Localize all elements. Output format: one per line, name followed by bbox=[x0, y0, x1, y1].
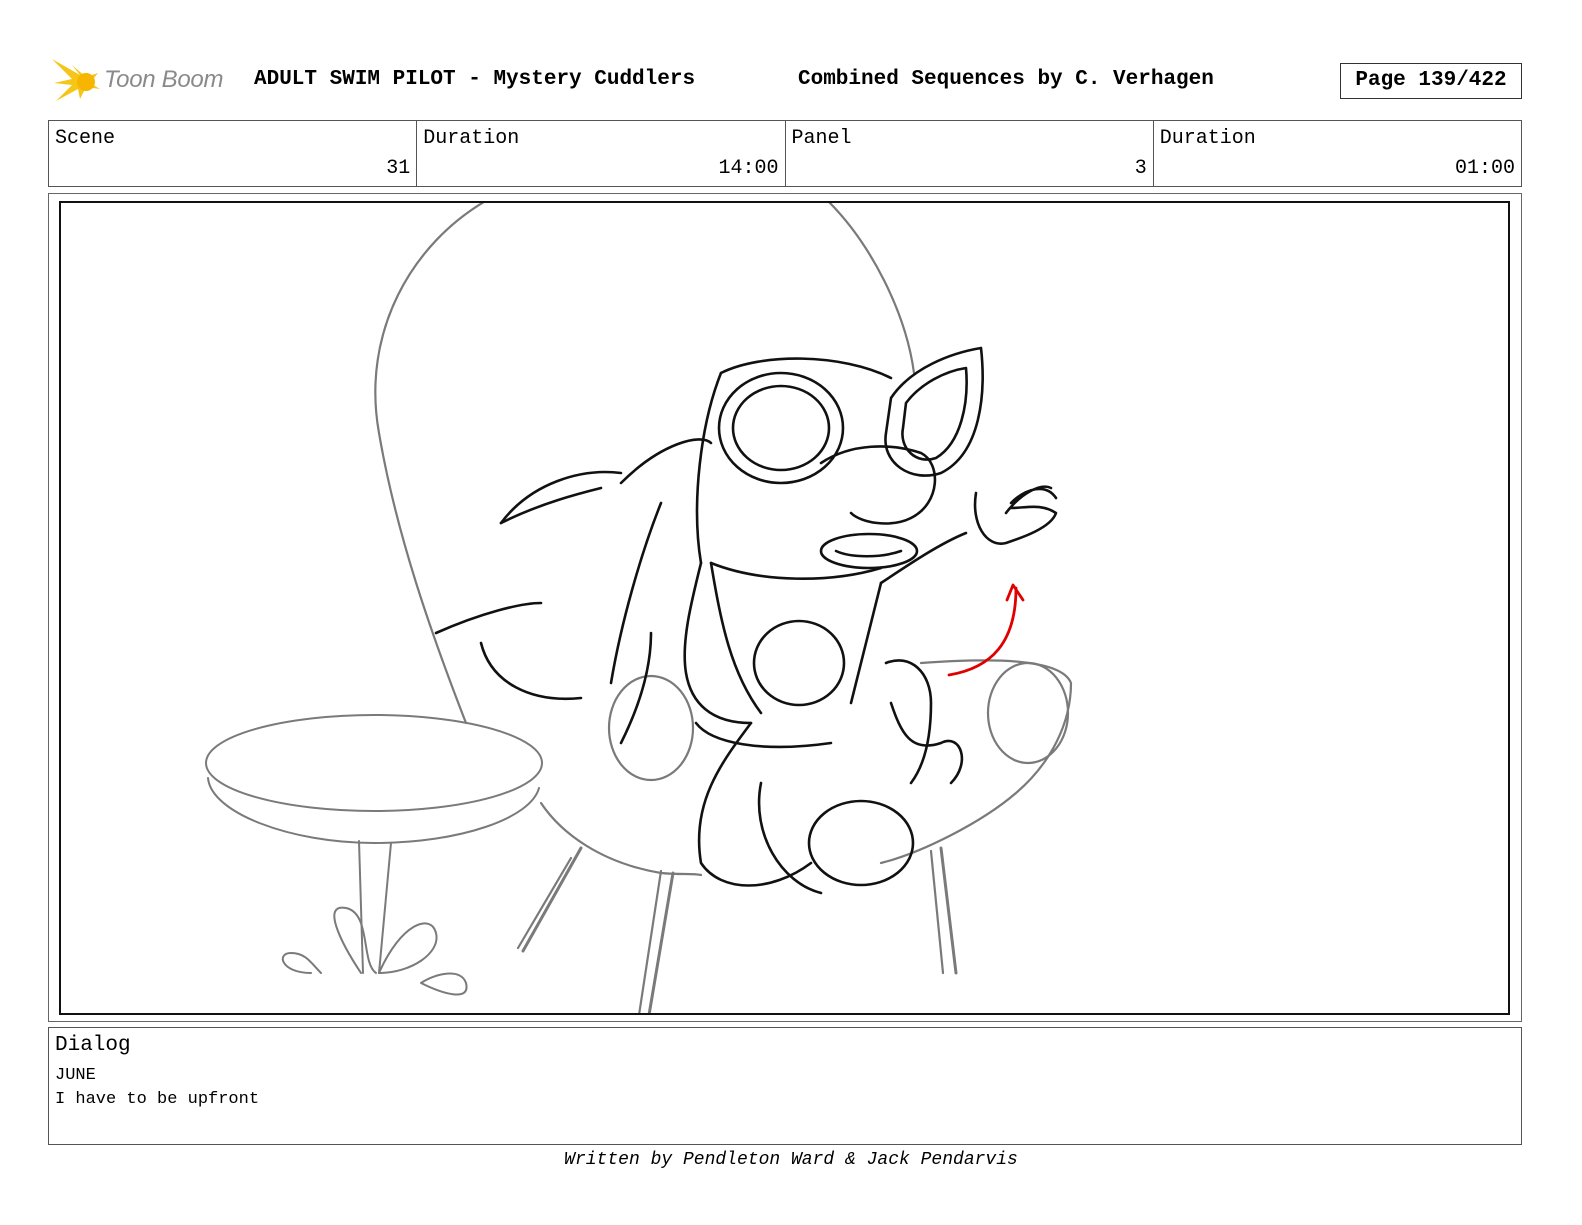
panel-duration-value: 01:00 bbox=[1454, 157, 1515, 180]
scene-duration-label: Duration bbox=[423, 127, 520, 150]
panel-value: 3 bbox=[1134, 157, 1147, 180]
dialog-speaker: JUNE bbox=[55, 1066, 96, 1085]
dialog-box: Dialog JUNE I have to be upfront bbox=[48, 1027, 1522, 1145]
scene-cell: Scene 31 bbox=[49, 121, 418, 186]
scene-duration-value: 14:00 bbox=[718, 157, 779, 180]
scene-value: 31 bbox=[386, 157, 411, 180]
writer-credit: Written by Pendleton Ward & Jack Pendarv… bbox=[564, 1150, 1018, 1170]
panel-label: Panel bbox=[791, 127, 852, 150]
scene-duration-cell: Duration 14:00 bbox=[417, 121, 786, 186]
starburst-icon bbox=[52, 59, 100, 101]
panel-duration-cell: Duration 01:00 bbox=[1154, 121, 1521, 186]
dialog-label: Dialog bbox=[55, 1034, 131, 1057]
production-title: ADULT SWIM PILOT - Mystery Cuddlers bbox=[254, 68, 696, 91]
panel-duration-label: Duration bbox=[1159, 127, 1256, 150]
page-number: Page 139/422 bbox=[1340, 63, 1522, 99]
table-sketch bbox=[205, 714, 543, 996]
sequence-credit: Combined Sequences by C. Verhagen bbox=[798, 68, 1214, 91]
logo-wordmark: Toon Boom bbox=[104, 66, 224, 93]
dialog-line: I have to be upfront bbox=[55, 1090, 260, 1109]
scene-label: Scene bbox=[55, 127, 116, 150]
toon-boom-logo: Toon Boom bbox=[50, 55, 250, 107]
panel-cell: Panel 3 bbox=[786, 121, 1154, 186]
chair-sketch bbox=[374, 203, 1073, 1013]
storyboard-panel-drawing bbox=[59, 201, 1510, 1015]
page-header: Toon Boom ADULT SWIM PILOT - Mystery Cud… bbox=[0, 0, 1582, 115]
june-character-sketch bbox=[434, 346, 1058, 895]
scene-info-bar: Scene 31 Duration 14:00 Panel 3 Duration… bbox=[48, 120, 1522, 187]
